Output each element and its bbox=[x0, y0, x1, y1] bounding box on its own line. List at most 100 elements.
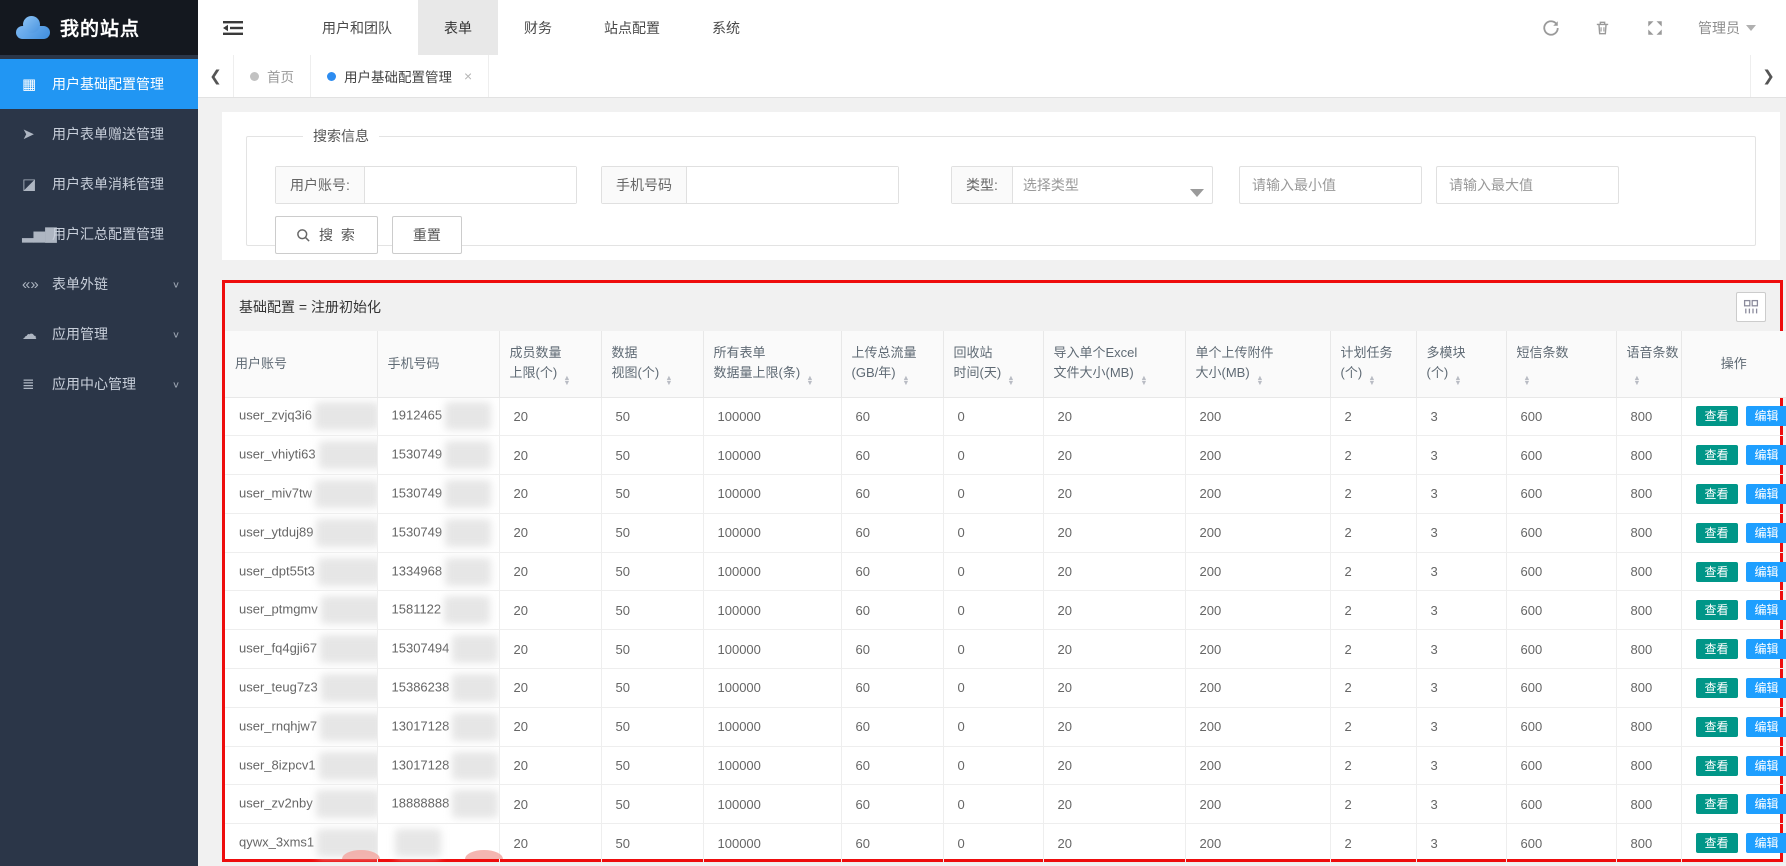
tab-1[interactable]: 用户基础配置管理× bbox=[311, 55, 489, 97]
tab-0[interactable]: 首页 bbox=[234, 55, 311, 97]
column-header-7[interactable]: 导入单个Excel文件大小(MB)▲▼ bbox=[1043, 331, 1185, 397]
column-header-label: 单个上传附件 bbox=[1196, 343, 1320, 363]
edit-button[interactable]: 编辑 bbox=[1746, 600, 1786, 620]
view-button[interactable]: 查看 bbox=[1696, 484, 1738, 504]
column-header-11[interactable]: 短信条数▲▼ bbox=[1506, 331, 1616, 397]
sidebar-item-0[interactable]: ▦用户基础配置管理 bbox=[0, 59, 198, 109]
account-cell: user_zv2nby3 bbox=[225, 785, 377, 824]
site-logo[interactable]: 我的站点 bbox=[0, 0, 198, 55]
sidebar-item-6[interactable]: ≣应用中心管理∨ bbox=[0, 359, 198, 409]
edit-button[interactable]: 编辑 bbox=[1746, 562, 1786, 582]
value-cell-2: 100000 bbox=[703, 630, 841, 669]
value-cell-7: 2 bbox=[1330, 824, 1416, 863]
sort-icon[interactable]: ▲▼ bbox=[1523, 375, 1531, 385]
view-button[interactable]: 查看 bbox=[1696, 678, 1738, 698]
phone-text: 1581122 bbox=[392, 602, 442, 617]
refresh-icon[interactable] bbox=[1542, 19, 1560, 37]
value-cell-7: 2 bbox=[1330, 669, 1416, 708]
view-button[interactable]: 查看 bbox=[1696, 717, 1738, 737]
redacted-blur bbox=[320, 635, 377, 663]
column-header-8[interactable]: 单个上传附件大小(MB)▲▼ bbox=[1185, 331, 1330, 397]
column-settings-button[interactable] bbox=[1736, 292, 1766, 322]
type-select[interactable]: 选择类型 bbox=[1013, 167, 1212, 203]
redacted-blur bbox=[452, 752, 498, 780]
table-row: user_ytduj891530749205010000060020200236… bbox=[225, 513, 1786, 552]
edit-button[interactable]: 编辑 bbox=[1746, 794, 1786, 814]
value-cell-10: 800 bbox=[1616, 397, 1681, 436]
column-header-5[interactable]: 上传总流量(GB/年)▲▼ bbox=[841, 331, 943, 397]
view-button[interactable]: 查看 bbox=[1696, 562, 1738, 582]
view-button[interactable]: 查看 bbox=[1696, 794, 1738, 814]
min-value-input[interactable] bbox=[1239, 166, 1422, 204]
value-cell-5: 20 bbox=[1043, 552, 1185, 591]
nav-item-4[interactable]: 系统 bbox=[686, 0, 766, 55]
sort-icon[interactable]: ▲▼ bbox=[1368, 375, 1376, 385]
sort-icon[interactable]: ▲▼ bbox=[563, 375, 571, 385]
column-header-3[interactable]: 数据视图(个)▲▼ bbox=[601, 331, 703, 397]
sort-icon[interactable]: ▲▼ bbox=[806, 375, 814, 385]
sidebar-item-5[interactable]: ☁应用管理∨ bbox=[0, 309, 198, 359]
column-header-4[interactable]: 所有表单数据量上限(条)▲▼ bbox=[703, 331, 841, 397]
tab-label: 首页 bbox=[267, 66, 294, 86]
list-icon: ≣ bbox=[22, 375, 52, 393]
sort-icon[interactable]: ▲▼ bbox=[1454, 375, 1462, 385]
tab-close-icon[interactable]: × bbox=[464, 68, 472, 84]
nav-item-2[interactable]: 财务 bbox=[498, 0, 578, 55]
column-header-2[interactable]: 成员数量上限(个)▲▼ bbox=[499, 331, 601, 397]
view-button[interactable]: 查看 bbox=[1696, 756, 1738, 776]
redacted-blur bbox=[316, 790, 377, 818]
column-header-0: 用户账号 bbox=[225, 331, 377, 397]
view-button[interactable]: 查看 bbox=[1696, 523, 1738, 543]
value-cell-4: 0 bbox=[943, 436, 1043, 475]
sidebar-item-4[interactable]: «»表单外链∨ bbox=[0, 259, 198, 309]
fullscreen-icon[interactable] bbox=[1646, 19, 1664, 37]
admin-menu[interactable]: 管理员 bbox=[1698, 18, 1756, 38]
view-button[interactable]: 查看 bbox=[1696, 833, 1738, 853]
nav-item-3[interactable]: 站点配置 bbox=[578, 0, 686, 55]
column-header-10[interactable]: 多模块(个)▲▼ bbox=[1416, 331, 1506, 397]
sort-icon[interactable]: ▲▼ bbox=[1256, 375, 1264, 385]
nav-item-0[interactable]: 用户和团队 bbox=[296, 0, 418, 55]
view-button[interactable]: 查看 bbox=[1696, 639, 1738, 659]
reset-button[interactable]: 重置 bbox=[392, 216, 462, 254]
search-button[interactable]: 搜 索 bbox=[275, 216, 378, 254]
column-header-9[interactable]: 计划任务(个)▲▼ bbox=[1330, 331, 1416, 397]
account-input[interactable] bbox=[365, 167, 576, 203]
sort-icon[interactable]: ▲▼ bbox=[1140, 375, 1148, 385]
edit-button[interactable]: 编辑 bbox=[1746, 523, 1786, 543]
tabs-scroll-left[interactable]: ❮ bbox=[198, 55, 234, 97]
collapse-menu-icon[interactable] bbox=[198, 20, 268, 36]
value-cell-4: 0 bbox=[943, 397, 1043, 436]
sidebar-item-3[interactable]: ▂▅▇用户汇总配置管理 bbox=[0, 209, 198, 259]
edit-button[interactable]: 编辑 bbox=[1746, 833, 1786, 853]
max-value-input[interactable] bbox=[1436, 166, 1619, 204]
edit-button[interactable]: 编辑 bbox=[1746, 717, 1786, 737]
column-header-6[interactable]: 回收站时间(天)▲▼ bbox=[943, 331, 1043, 397]
nav-item-1[interactable]: 表单 bbox=[418, 0, 498, 55]
edit-button[interactable]: 编辑 bbox=[1746, 756, 1786, 776]
edit-button[interactable]: 编辑 bbox=[1746, 639, 1786, 659]
column-header-label2: ▲▼ bbox=[1627, 363, 1671, 385]
edit-button[interactable]: 编辑 bbox=[1746, 406, 1786, 426]
sort-icon[interactable]: ▲▼ bbox=[1007, 375, 1015, 385]
table-row: user_8izpcv11301712820501000006002020023… bbox=[225, 746, 1786, 785]
sidebar-item-1[interactable]: ➤用户表单赠送管理 bbox=[0, 109, 198, 159]
sort-icon[interactable]: ▲▼ bbox=[665, 375, 673, 385]
edit-button[interactable]: 编辑 bbox=[1746, 445, 1786, 465]
sidebar-item-2[interactable]: ◪用户表单消耗管理 bbox=[0, 159, 198, 209]
phone-input[interactable] bbox=[687, 167, 898, 203]
trash-icon[interactable] bbox=[1594, 19, 1612, 37]
column-header-12[interactable]: 语音条数▲▼ bbox=[1616, 331, 1681, 397]
phone-text: 15307494 bbox=[392, 641, 450, 656]
view-button[interactable]: 查看 bbox=[1696, 600, 1738, 620]
edit-button[interactable]: 编辑 bbox=[1746, 484, 1786, 504]
sort-icon[interactable]: ▲▼ bbox=[1633, 375, 1641, 385]
view-button[interactable]: 查看 bbox=[1696, 406, 1738, 426]
value-cell-0: 20 bbox=[499, 591, 601, 630]
tabs-scroll-right[interactable]: ❯ bbox=[1750, 55, 1786, 97]
edit-button[interactable]: 编辑 bbox=[1746, 678, 1786, 698]
value-cell-10: 800 bbox=[1616, 591, 1681, 630]
view-button[interactable]: 查看 bbox=[1696, 445, 1738, 465]
value-cell-2: 100000 bbox=[703, 552, 841, 591]
sort-icon[interactable]: ▲▼ bbox=[902, 375, 910, 385]
